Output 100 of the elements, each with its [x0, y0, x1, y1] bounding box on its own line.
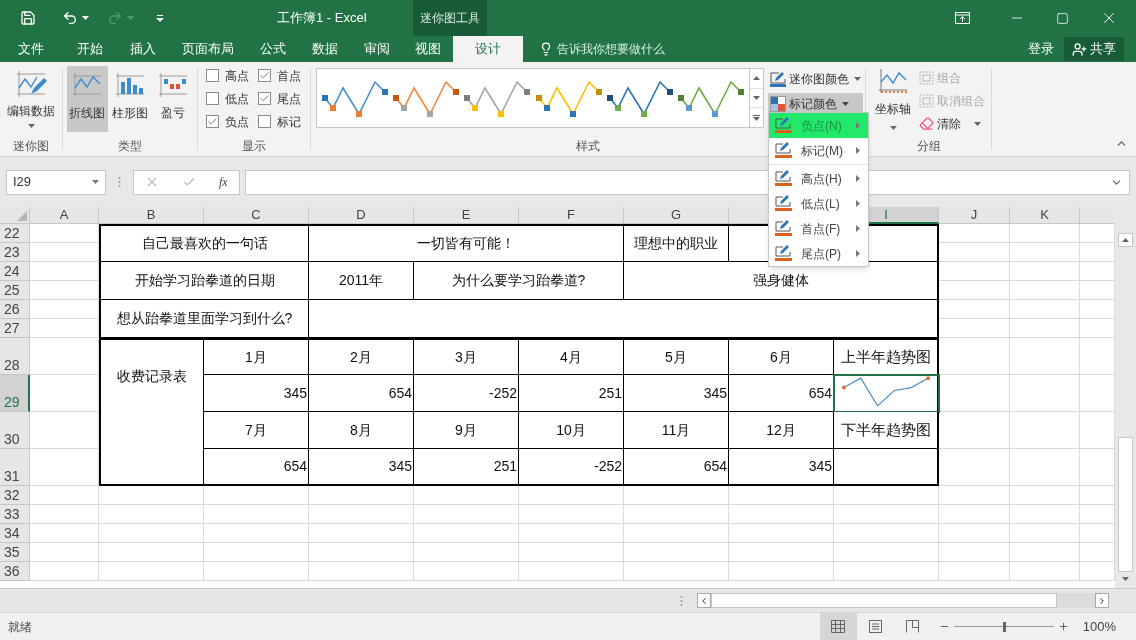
ribbon-tab[interactable]: 开始	[62, 36, 118, 62]
sparkline-style-swatch[interactable]	[677, 78, 746, 118]
group-label: 迷你图	[13, 138, 49, 155]
row-header[interactable]: 27	[0, 319, 30, 338]
table-cell: 自己最喜欢的一句话	[99, 224, 309, 262]
caret-icon	[92, 180, 99, 184]
row-header[interactable]: 35	[0, 543, 30, 562]
menu-item[interactable]: 标记(M)	[769, 138, 868, 163]
checkbox[interactable]	[258, 115, 271, 128]
sparkline-type-button[interactable]: 折线图	[67, 66, 108, 132]
maximize-icon[interactable]	[1056, 11, 1069, 25]
row-header[interactable]: 28	[0, 338, 30, 375]
row-header[interactable]: 33	[0, 505, 30, 524]
checkbox[interactable]	[258, 69, 271, 82]
ribbon-tab[interactable]: 设计	[453, 36, 523, 62]
normal-view-button[interactable]	[819, 613, 857, 640]
row-header[interactable]: 31	[0, 449, 30, 486]
zoom-level[interactable]: 100%	[1082, 616, 1116, 637]
table-cell: 3月	[414, 338, 519, 375]
sparkline-style-swatch[interactable]	[463, 78, 532, 118]
checkbox[interactable]	[206, 69, 219, 82]
pen-color-icon	[770, 71, 786, 87]
table-cell: 345	[624, 375, 729, 412]
table-cell: 10月	[519, 412, 624, 449]
row-header[interactable]: 23	[0, 243, 30, 262]
row-header[interactable]: 25	[0, 281, 30, 300]
sign-in-link[interactable]: 登录	[1028, 39, 1054, 59]
undo-button[interactable]	[62, 10, 89, 26]
lightbulb-icon	[539, 42, 553, 56]
undo-icon	[62, 10, 78, 26]
table-cell: 11月	[624, 412, 729, 449]
axis-chart-icon	[877, 68, 909, 96]
share-button[interactable]: 共享	[1064, 37, 1124, 61]
scroll-up-button[interactable]	[1118, 233, 1133, 247]
group-label: 类型	[118, 138, 142, 155]
row-header[interactable]: 26	[0, 300, 30, 319]
ribbon-tab[interactable]: 插入	[118, 36, 168, 62]
save-icon[interactable]	[20, 10, 36, 26]
table-cell: 345	[309, 449, 414, 486]
table-cell: 开始学习跆拳道的日期	[99, 262, 309, 300]
row-header[interactable]: 34	[0, 524, 30, 543]
ribbon-tab[interactable]: 公式	[248, 36, 298, 62]
table-cell: 为什么要学习跆拳道?	[414, 262, 624, 300]
group-icon	[919, 93, 934, 108]
ribbon-tab[interactable]: 视图	[403, 36, 453, 62]
win-loss-chart-icon	[156, 72, 189, 98]
row-header[interactable]: 30	[0, 412, 30, 449]
sparkline-type-button[interactable]: 柱形图	[109, 66, 151, 132]
group-label: 显示	[242, 138, 266, 155]
pen-color-icon	[775, 170, 792, 187]
eraser-icon	[919, 116, 934, 131]
name-box[interactable]: I29	[6, 169, 106, 195]
row-header[interactable]: 32	[0, 486, 30, 505]
sparkline-style-swatch[interactable]	[392, 78, 460, 118]
checkbox[interactable]	[206, 115, 219, 128]
scroll-right-button[interactable]	[1095, 593, 1109, 608]
sparkline-style-swatch[interactable]	[605, 78, 674, 118]
horizontal-scroll-thumb[interactable]	[711, 593, 1057, 608]
caret-icon	[82, 16, 89, 20]
axis-button[interactable]: 坐标轴	[871, 66, 915, 137]
checkbox-label: 尾点	[277, 90, 301, 108]
row-header[interactable]: 24	[0, 262, 30, 281]
grip-icon	[680, 594, 683, 607]
zoom-slider[interactable]	[953, 621, 1054, 632]
customize-toolbar-icon[interactable]	[156, 14, 164, 22]
scroll-left-button[interactable]	[697, 593, 711, 608]
sparkline-color-button[interactable]: 迷你图颜色	[768, 68, 863, 90]
redo-icon	[107, 10, 123, 26]
ribbon-tab[interactable]: 文件	[0, 36, 62, 62]
pen-color-icon	[775, 195, 792, 212]
zoom-in-icon[interactable]	[1057, 621, 1069, 632]
checkbox-label: 高点	[225, 67, 249, 85]
insert-function-button[interactable]: fx	[218, 173, 228, 191]
edit-data-button[interactable]: 编辑数据	[7, 62, 55, 137]
checkbox[interactable]	[258, 92, 271, 105]
ribbon-tab[interactable]: 审阅	[351, 36, 403, 62]
row-header[interactable]: 36	[0, 562, 30, 581]
sparkline-style-swatch[interactable]	[320, 78, 389, 118]
menu-item[interactable]: 高点(H)	[769, 166, 868, 191]
submenu-arrow-icon	[856, 147, 860, 154]
table-cell: 想从跆拳道里面学习到什么?	[99, 300, 309, 338]
ribbon-display-icon[interactable]	[955, 12, 970, 24]
vertical-scroll-thumb[interactable]	[1118, 436, 1133, 573]
table-cell: 5月	[624, 338, 729, 375]
ribbon-tab[interactable]: 页面布局	[168, 36, 248, 62]
group-command-button[interactable]: 清除	[919, 112, 985, 135]
table-cell: 251	[519, 375, 624, 412]
sparkline-style-swatch[interactable]	[534, 78, 603, 118]
row-header[interactable]: 29	[0, 375, 30, 412]
marker-color-button[interactable]: 标记颜色	[768, 93, 863, 115]
checkbox[interactable]	[206, 92, 219, 105]
window-title: 工作簿1 - Excel	[277, 9, 367, 28]
caret-icon	[974, 121, 981, 126]
ribbon-tab[interactable]: 数据	[298, 36, 351, 62]
table-cell: -252	[519, 449, 624, 486]
sparkline-type-button[interactable]: 盈亏	[152, 66, 193, 132]
tell-me-field[interactable]: 告诉我你想要做什么	[539, 36, 665, 62]
zoom-thumb[interactable]	[1002, 621, 1006, 632]
checkbox-label: 首点	[277, 67, 301, 85]
row-header[interactable]: 22	[0, 224, 30, 243]
